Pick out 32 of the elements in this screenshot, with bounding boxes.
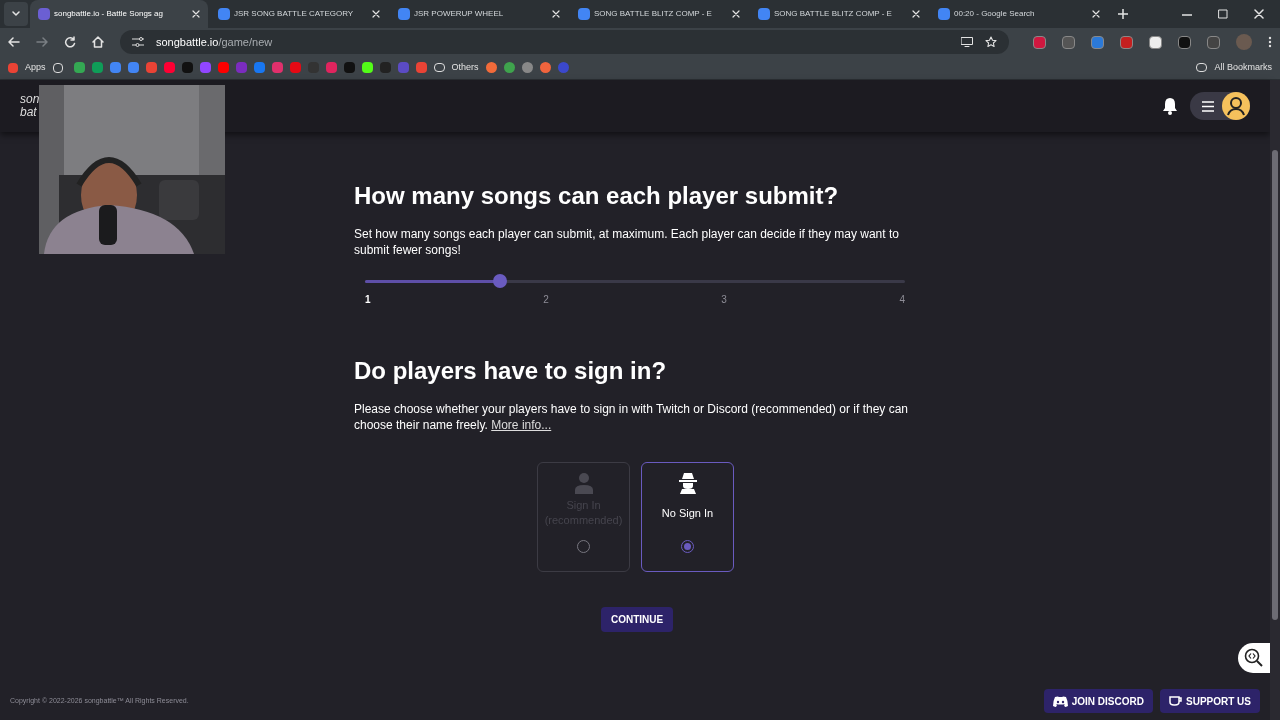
browser-tab[interactable]: JSR SONG BATTLE CATEGORY (210, 0, 388, 28)
browser-tab[interactable]: 00:20 - Google Search (930, 0, 1108, 28)
browser-tab[interactable]: songbattle.io - Battle Songs ag (30, 0, 208, 28)
sign-in-option-card[interactable]: No Sign In (641, 462, 734, 572)
browser-tab[interactable]: SONG BATTLE BLITZ COMP - E (750, 0, 928, 28)
tab-title: JSR SONG BATTLE CATEGORY (234, 8, 355, 20)
apps-link[interactable]: Apps (25, 60, 46, 75)
join-discord-button[interactable]: JOIN DISCORD (1043, 689, 1153, 713)
section-description: Set how many songs each player can submit, at maximum. Each player can decide if they may want to submit fewer songs! (354, 226, 900, 258)
browser-tab[interactable]: SONG BATTLE BLITZ COMP - E (570, 0, 748, 28)
tab-title: songbattle.io - Battle Songs ag (54, 8, 164, 20)
more-info-link[interactable]: More info... (491, 418, 552, 432)
browser-tab[interactable]: JSR POWERUP WHEEL (390, 0, 568, 28)
all-bookmarks[interactable]: All Bookmarks (1214, 60, 1272, 75)
continue-button[interactable]: CONTINUE (601, 607, 674, 632)
slider-tick-label: 3 (721, 293, 727, 307)
slider-tick-label: 1 (365, 293, 371, 307)
section-title: Do players have to sign in? (354, 356, 667, 386)
slider-tick-label: 4 (899, 293, 905, 307)
slider-tick-label: 2 (543, 293, 549, 307)
section-description: Please choose whether your players have to sign in with Twitch or Discord (recommended) or if they can choose their name freely. More info... (354, 401, 910, 433)
site-logo[interactable]: son bat (20, 93, 40, 119)
tab-title: JSR POWERUP WHEEL (414, 8, 505, 20)
tab-title: SONG BATTLE BLITZ COMP - E (774, 8, 893, 20)
address-bar[interactable]: songbattle.io/game/new (120, 30, 1009, 54)
support-us-button[interactable]: SUPPORT US (1160, 689, 1260, 713)
option-label: No Sign In (661, 505, 714, 521)
section-title: How many songs can each player submit? (354, 181, 839, 211)
others-folder[interactable]: Others (451, 60, 479, 75)
url-text: songbattle.io/game/new (156, 34, 273, 50)
tab-title: 00:20 - Google Search (954, 8, 1036, 20)
tab-title: SONG BATTLE BLITZ COMP - E (594, 8, 713, 20)
